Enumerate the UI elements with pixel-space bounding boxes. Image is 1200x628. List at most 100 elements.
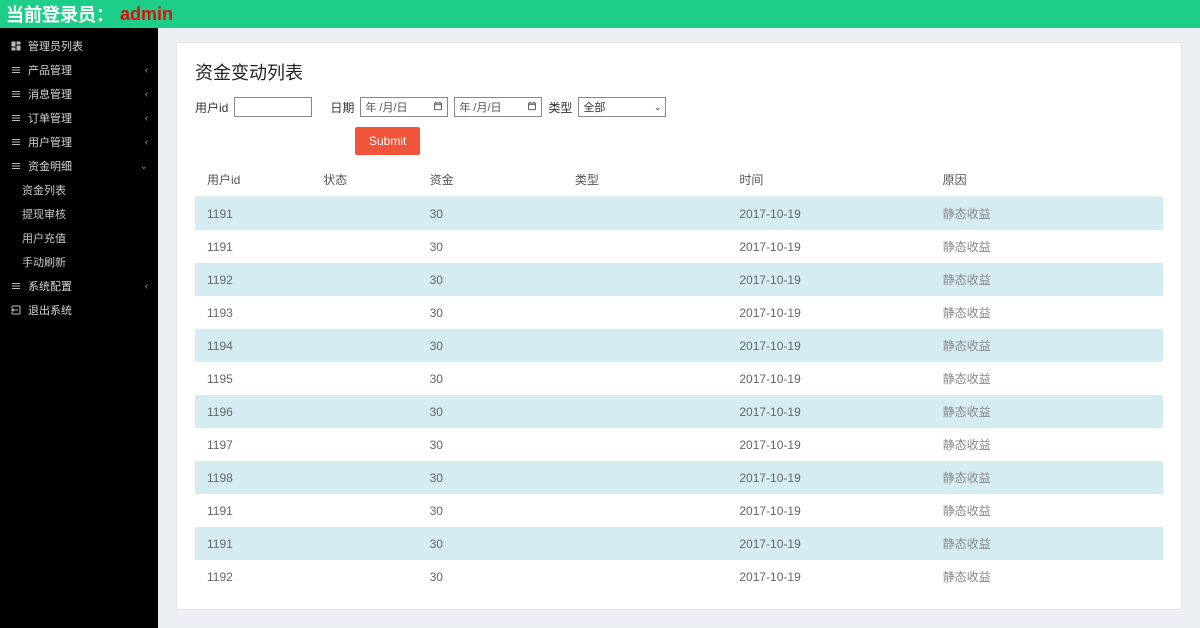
cell-time: 2017-10-19	[727, 197, 930, 231]
sidebar-item-label: 用户管理	[28, 134, 145, 150]
sidebar-item[interactable]: 系统配置‹	[0, 274, 158, 298]
cell-type	[563, 461, 728, 494]
cell-time: 2017-10-19	[727, 428, 930, 461]
type-label: 类型	[548, 99, 572, 116]
sidebar-subitem[interactable]: 提现审核	[0, 202, 158, 226]
cell-time: 2017-10-19	[727, 395, 930, 428]
cell-status	[311, 527, 417, 560]
submit-button[interactable]: Submit	[355, 127, 420, 155]
logout-icon	[10, 304, 22, 316]
th-time: 时间	[727, 163, 930, 197]
sidebar-item[interactable]: 管理员列表	[0, 34, 158, 58]
cell-amount: 30	[418, 428, 563, 461]
table-header-row: 用户id 状态 资金 类型 时间 原因	[195, 163, 1163, 197]
cell-reason: 静态收益	[931, 494, 1163, 527]
funds-table: 用户id 状态 资金 类型 时间 原因 1191302017-10-19静态收益…	[195, 163, 1163, 593]
cell-amount: 30	[418, 362, 563, 395]
cell-uid: 1191	[195, 197, 311, 231]
sidebar-item-label: 产品管理	[28, 62, 145, 78]
table-row: 1192302017-10-19静态收益	[195, 560, 1163, 593]
cell-type	[563, 329, 728, 362]
sidebar-subitem[interactable]: 手动刷新	[0, 250, 158, 274]
cell-type	[563, 527, 728, 560]
sidebar-item[interactable]: 订单管理‹	[0, 106, 158, 130]
sidebar-item[interactable]: 消息管理‹	[0, 82, 158, 106]
cell-amount: 30	[418, 560, 563, 593]
date-from-placeholder: 年 /月/日	[365, 99, 407, 115]
th-type: 类型	[563, 163, 728, 197]
cell-status	[311, 296, 417, 329]
chevron-icon: ‹	[145, 113, 148, 124]
th-reason: 原因	[931, 163, 1163, 197]
cell-amount: 30	[418, 296, 563, 329]
filter-bar: 用户id 日期 年 /月/日 年 /月/日 类型	[195, 97, 1163, 117]
list-icon	[10, 280, 22, 292]
user-id-label: 用户id	[195, 99, 228, 116]
cell-time: 2017-10-19	[727, 296, 930, 329]
list-icon	[10, 136, 22, 148]
cell-type	[563, 494, 728, 527]
cell-amount: 30	[418, 461, 563, 494]
th-status: 状态	[311, 163, 417, 197]
login-prefix: 当前登录员：	[6, 1, 114, 27]
cell-status	[311, 560, 417, 593]
table-row: 1196 30 2017-10-19静态收益	[195, 395, 1163, 428]
type-select[interactable]: 全部 ⌄	[578, 97, 666, 117]
calendar-icon	[433, 101, 443, 114]
cell-uid: 1192	[195, 560, 311, 593]
cell-amount: 30	[418, 395, 563, 428]
list-icon	[10, 112, 22, 124]
date-from-input[interactable]: 年 /月/日	[360, 97, 448, 117]
sidebar-item[interactable]: 退出系统	[0, 298, 158, 322]
sidebar-item[interactable]: 用户管理‹	[0, 130, 158, 154]
cell-uid: 1195	[195, 362, 311, 395]
user-id-input[interactable]	[234, 97, 312, 117]
cell-time: 2017-10-19	[727, 494, 930, 527]
sidebar-item-label: 资金明细	[28, 158, 140, 174]
chevron-icon: ‹	[145, 89, 148, 100]
th-amount: 资金	[418, 163, 563, 197]
type-value: 全部	[583, 99, 605, 115]
cell-status	[311, 494, 417, 527]
cell-status	[311, 263, 417, 296]
sidebar-item-label: 系统配置	[28, 278, 145, 294]
cell-reason: 静态收益	[931, 296, 1163, 329]
cell-type	[563, 263, 728, 296]
sidebar-item-label: 退出系统	[28, 302, 148, 318]
cell-amount: 30	[418, 263, 563, 296]
date-to-input[interactable]: 年 /月/日	[454, 97, 542, 117]
cell-uid: 1191	[195, 230, 311, 263]
cell-status	[311, 329, 417, 362]
date-label: 日期	[330, 99, 354, 116]
table-row: 1192302017-10-19静态收益	[195, 263, 1163, 296]
table-row: 1191302017-10-19静态收益	[195, 230, 1163, 263]
table-row: 1194302017-10-19静态收益	[195, 329, 1163, 362]
cell-time: 2017-10-19	[727, 329, 930, 362]
cell-amount: 30	[418, 494, 563, 527]
sidebar-item-label: 订单管理	[28, 110, 145, 126]
cell-amount: 30	[418, 329, 563, 362]
cell-time: 2017-10-19	[727, 527, 930, 560]
sidebar-item[interactable]: 产品管理‹	[0, 58, 158, 82]
cell-time: 2017-10-19	[727, 560, 930, 593]
sidebar-item-label: 消息管理	[28, 86, 145, 102]
sidebar-subitem[interactable]: 资金列表	[0, 178, 158, 202]
login-user: admin	[120, 4, 173, 25]
cell-uid: 1196	[195, 395, 311, 428]
cell-reason: 静态收益	[931, 395, 1163, 428]
table-row: 1191 30 2017-10-19静态收益	[195, 494, 1163, 527]
table-row: 1191302017-10-19静态收益	[195, 527, 1163, 560]
sidebar-subitem[interactable]: 用户充值	[0, 226, 158, 250]
cell-amount: 30	[418, 527, 563, 560]
dashboard-icon	[10, 40, 22, 52]
cell-time: 2017-10-19	[727, 461, 930, 494]
date-to-placeholder: 年 /月/日	[459, 99, 501, 115]
cell-type	[563, 230, 728, 263]
cell-uid: 1191	[195, 494, 311, 527]
cell-reason: 静态收益	[931, 461, 1163, 494]
chevron-icon: ‹	[145, 281, 148, 292]
sidebar: 管理员列表产品管理‹消息管理‹订单管理‹用户管理‹资金明细⌄资金列表提现审核用户…	[0, 28, 158, 628]
cell-reason: 静态收益	[931, 329, 1163, 362]
cell-time: 2017-10-19	[727, 263, 930, 296]
sidebar-item[interactable]: 资金明细⌄	[0, 154, 158, 178]
